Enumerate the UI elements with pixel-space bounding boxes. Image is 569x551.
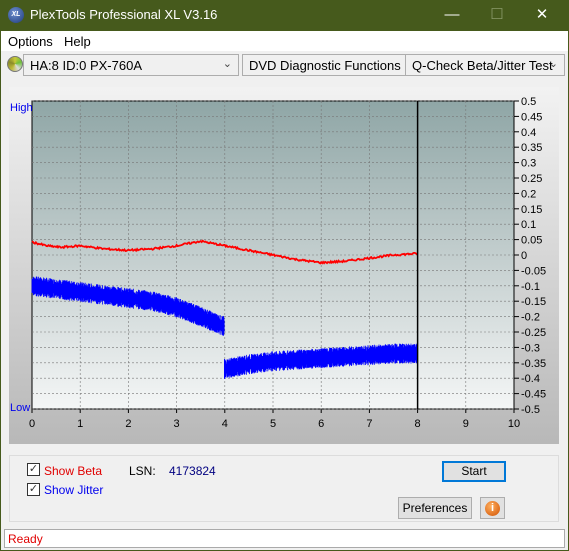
x-tick-label: 7: [366, 418, 372, 430]
x-tick-label: 6: [318, 418, 324, 430]
x-tick-label: 0: [29, 418, 35, 430]
maximize-button[interactable]: ☐: [482, 4, 512, 26]
x-tick-label: 8: [415, 418, 421, 430]
y-tick-label: -0.4: [521, 373, 540, 385]
x-tick-label: 3: [174, 418, 180, 430]
y-tick-label: 0.5: [521, 96, 536, 108]
show-beta-label[interactable]: Show Beta: [44, 464, 102, 478]
app-logo: XL: [8, 7, 24, 23]
x-tick-label: 5: [270, 418, 276, 430]
x-tick-label: 1: [77, 418, 83, 430]
x-tick-label: 9: [463, 418, 469, 430]
chevron-down-icon: ⌄: [548, 58, 558, 70]
drive-select[interactable]: HA:8 ID:0 PX-760A ⌄: [23, 54, 239, 76]
y-tick-label: 0.35: [521, 142, 542, 154]
show-jitter-label[interactable]: Show Jitter: [44, 483, 103, 497]
y-tick-label: -0.45: [521, 389, 546, 401]
lsn-label: LSN:: [129, 464, 156, 478]
y-tick-label: -0.3: [521, 342, 540, 354]
y-tick-label: 0.4: [521, 127, 536, 139]
y-tick-label: 0.2: [521, 188, 536, 200]
info-button[interactable]: i: [480, 497, 505, 519]
title-bar: XL PlexTools Professional XL V3.16 — ☐ ✕: [1, 0, 568, 31]
test-select[interactable]: Q-Check Beta/Jitter Test ⌄: [405, 54, 565, 76]
info-icon: i: [485, 501, 500, 516]
y-tick-label: -0.5: [521, 404, 540, 416]
show-jitter-checkbox[interactable]: ✓: [27, 483, 40, 496]
app-window: XL PlexTools Professional XL V3.16 — ☐ ✕…: [1, 0, 568, 550]
y-tick-label: -0.15: [521, 296, 546, 308]
function-value: DVD Diagnostic Functions: [249, 58, 401, 73]
y-tick-label: 0.3: [521, 158, 536, 170]
y-tick-label: -0.35: [521, 358, 546, 370]
y-tick-label: -0.2: [521, 312, 540, 324]
show-beta-checkbox[interactable]: ✓: [27, 463, 40, 476]
drive-value: HA:8 ID:0 PX-760A: [30, 58, 142, 73]
high-label: High: [10, 102, 33, 114]
beta-jitter-chart: 0 1 2 3 4 5 6 7 8 9 10 0.5 0.45 0.4 0.35 0.3 0.25 0.2 0.15…: [10, 96, 546, 430]
test-value: Q-Check Beta/Jitter Test: [412, 58, 553, 73]
low-label: Low: [10, 402, 30, 414]
y-tick-label: 0.25: [521, 173, 542, 185]
close-button[interactable]: ✕: [527, 4, 557, 26]
menu-help[interactable]: Help: [64, 34, 91, 49]
window-title: PlexTools Professional XL V3.16: [30, 7, 218, 22]
menu-bar: Options Help: [1, 31, 568, 51]
status-bar: Ready: [4, 529, 565, 548]
start-button[interactable]: Start: [442, 461, 506, 482]
y-tick-label: 0: [521, 250, 527, 262]
y-tick-label: -0.1: [521, 281, 540, 293]
drive-disc-icon: [7, 56, 23, 72]
y-tick-label: -0.25: [521, 327, 546, 339]
function-select[interactable]: DVD Diagnostic Functions⌄: [242, 54, 424, 76]
x-tick-label: 2: [125, 418, 131, 430]
y-tick-label: 0.1: [521, 219, 536, 231]
chart-panel: 0 1 2 3 4 5 6 7 8 9 10 0.5 0.45 0.4 0.35 0.3 0.25 0.2 0.15…: [9, 87, 559, 444]
lsn-value: 4173824: [169, 464, 216, 478]
x-tick-label: 10: [508, 418, 520, 430]
menu-options[interactable]: Options: [8, 34, 53, 49]
x-tick-label: 4: [222, 418, 228, 430]
y-tick-label: 0.45: [521, 111, 542, 123]
y-tick-label: 0.05: [521, 235, 542, 247]
y-tick-label: -0.05: [521, 265, 546, 277]
minimize-button[interactable]: —: [437, 4, 467, 26]
y-tick-label: 0.15: [521, 204, 542, 216]
preferences-button[interactable]: Preferences: [398, 497, 472, 519]
chevron-down-icon: ⌄: [222, 58, 232, 70]
